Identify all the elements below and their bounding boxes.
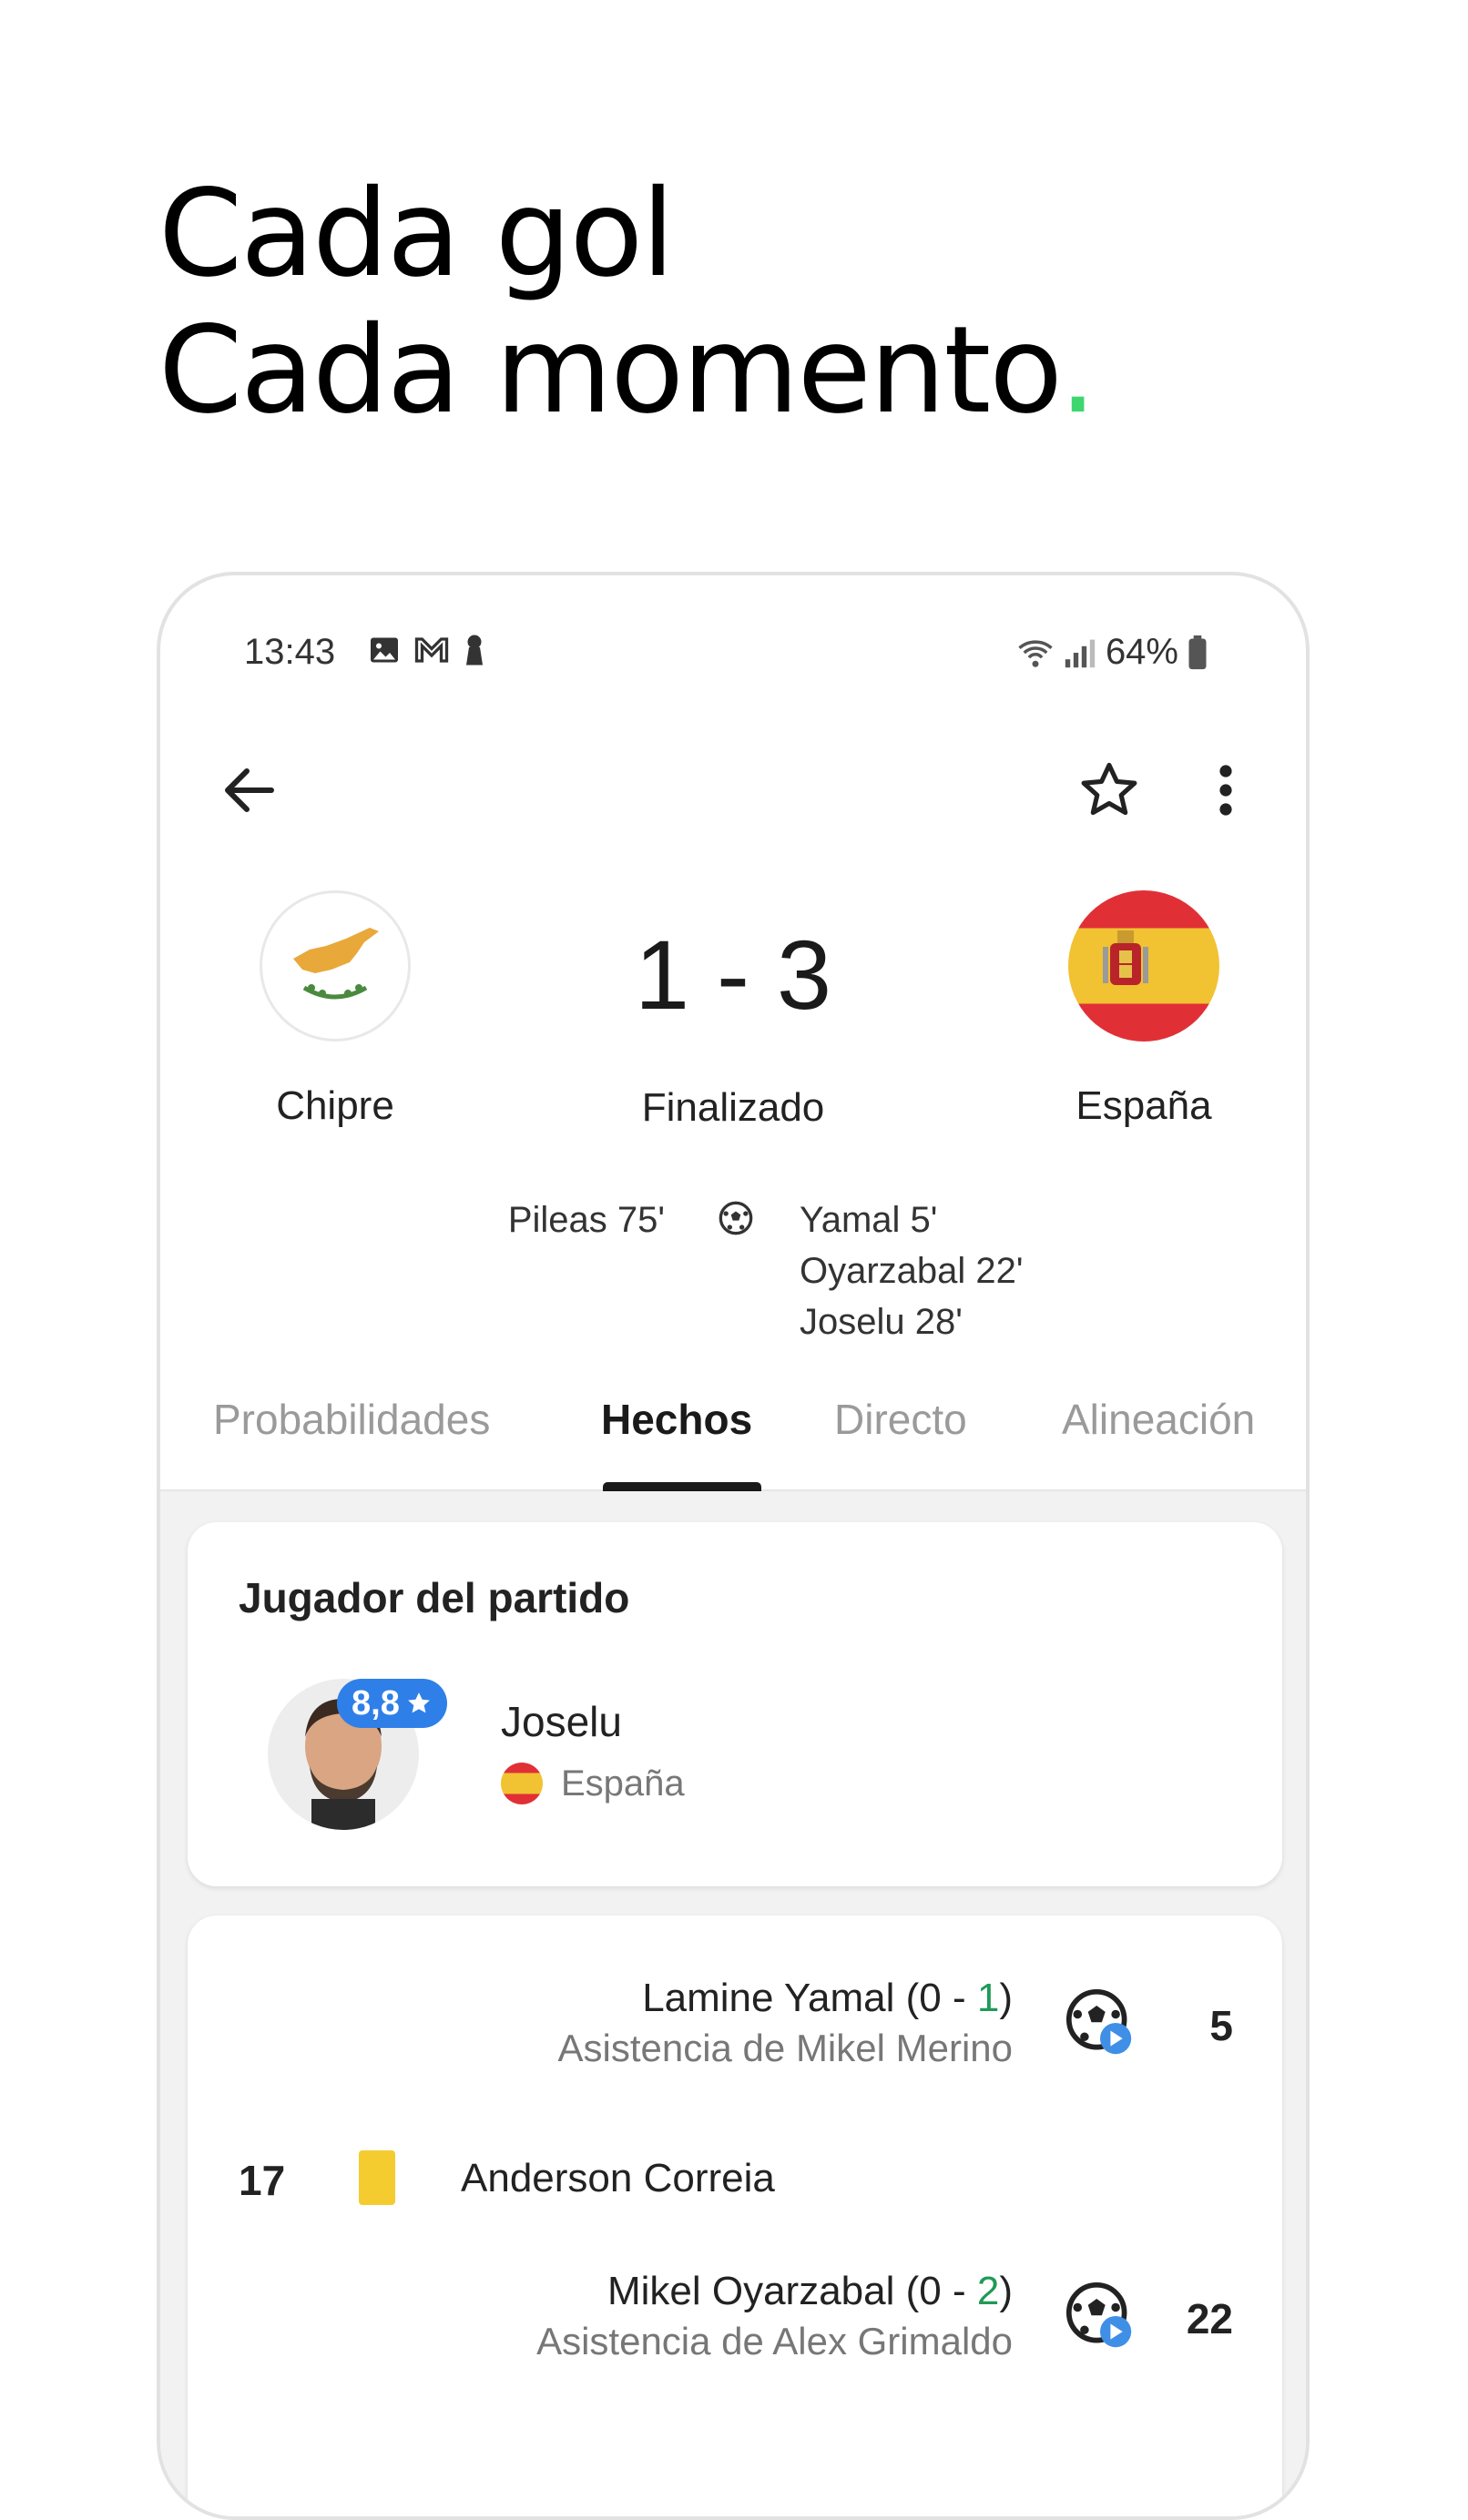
match-events-card: Lamine Yamal (0 - 1) Asistencia de Mikel… <box>188 1915 1282 2516</box>
keyhole-icon <box>466 635 483 666</box>
away-scorer: Yamal 5' <box>800 1200 938 1240</box>
notification-icons <box>368 634 486 666</box>
active-tab-indicator <box>603 1482 761 1491</box>
phone-frame: 13:43 64% Chipre 1 - 3 Finalizado España… <box>157 572 1310 2520</box>
tab-directo[interactable]: Directo <box>834 1395 967 1444</box>
soccer-ball-icon <box>719 1201 753 1235</box>
system-status: 64% <box>1016 632 1208 673</box>
scorer-name: Lamine Yamal <box>642 1976 895 2020</box>
away-scorer: Oyarzabal 22' <box>800 1251 1024 1291</box>
top-bar <box>160 748 1306 839</box>
goal-video-icon[interactable] <box>1065 1988 1135 2058</box>
event-text: Lamine Yamal (0 - 1) Asistencia de Mikel… <box>557 1976 1013 2070</box>
headline-line-1: Cada gol <box>158 164 675 304</box>
event-minute: 22 <box>1186 2295 1233 2342</box>
spain-flag-icon <box>1068 890 1219 1042</box>
event-minute: 5 <box>1209 2002 1233 2049</box>
home-team[interactable]: Chipre <box>180 890 490 1129</box>
headline-line-2: Cada momento <box>158 300 1061 441</box>
signal-icon <box>1065 639 1096 667</box>
score-suffix: ) <box>999 2269 1013 2313</box>
away-team[interactable]: España <box>989 890 1299 1129</box>
card-title: Jugador del partido <box>239 1574 630 1621</box>
tab-hechos[interactable]: Hechos <box>601 1395 752 1444</box>
away-team-name: España <box>1076 1083 1212 1128</box>
battery-percentage: 64% <box>1105 632 1178 672</box>
spain-flag-small-icon <box>501 1763 543 1804</box>
score-suffix: ) <box>999 1976 1013 2020</box>
rating-star-icon <box>407 1692 430 1713</box>
event-player: Anderson Correia <box>461 2156 775 2200</box>
wifi-icon <box>1018 639 1053 667</box>
goal-video-icon[interactable] <box>1065 2281 1135 2351</box>
battery-icon <box>1188 635 1207 669</box>
score-prefix: (0 - <box>905 2269 977 2313</box>
player-rating: 8,8 <box>352 1684 400 1722</box>
favorite-star-icon[interactable] <box>1076 757 1142 823</box>
headline: Cada gol Cada momento. <box>158 164 1097 441</box>
score-prefix: (0 - <box>905 1976 977 2020</box>
player-rating-badge: 8,8 <box>337 1679 447 1728</box>
event-player: Lamine Yamal (0 - 1) <box>557 1976 1013 2021</box>
player-name: Joselu <box>501 1698 622 1745</box>
home-scorers: Pileas 75' <box>508 1194 665 1245</box>
home-scorer: Pileas 75' <box>507 1200 665 1240</box>
event-assist: Asistencia de Mikel Merino <box>557 2027 1013 2069</box>
scorer-name: Mikel Oyarzabal <box>607 2269 895 2313</box>
headline-dot: . <box>1058 300 1097 441</box>
cyprus-flag-icon <box>260 890 411 1042</box>
yellow-card-icon <box>359 2150 395 2205</box>
event-player: Mikel Oyarzabal (0 - 2) <box>536 2269 1013 2314</box>
status-bar: 13:43 64% <box>244 628 1208 672</box>
match-status: Finalizado <box>641 1085 825 1130</box>
away-scorer: Joselu 28' <box>800 1302 963 1342</box>
match-score: 1 - 3 <box>634 920 832 1030</box>
more-options-icon[interactable] <box>1193 757 1259 823</box>
gallery-icon <box>371 637 398 663</box>
event-assist: Asistencia de Alex Grimaldo <box>536 2320 1013 2362</box>
tab-alineacion[interactable]: Alineación <box>1062 1395 1255 1444</box>
event-text: Mikel Oyarzabal (0 - 2) Asistencia de Al… <box>536 2269 1013 2363</box>
score-highlight: 1 <box>976 1976 1000 2020</box>
event-minute: 17 <box>239 2157 286 2204</box>
player-country: España <box>501 1763 685 1804</box>
score-highlight: 2 <box>976 2269 1000 2313</box>
away-scorers: Yamal 5' Oyarzabal 22' Joselu 28' <box>800 1194 1024 1347</box>
home-team-name: Chipre <box>276 1083 394 1128</box>
match-tabs: Probabilidades Hechos Directo Alineación <box>160 1395 1306 1491</box>
mail-icon <box>414 637 449 663</box>
tab-probabilidades[interactable]: Probabilidades <box>213 1395 490 1444</box>
player-of-match-card[interactable]: Jugador del partido 8,8 Joselu España <box>188 1522 1282 1886</box>
status-time: 13:43 <box>244 632 336 672</box>
back-arrow-icon[interactable] <box>217 757 282 823</box>
player-country-name: España <box>561 1763 685 1804</box>
